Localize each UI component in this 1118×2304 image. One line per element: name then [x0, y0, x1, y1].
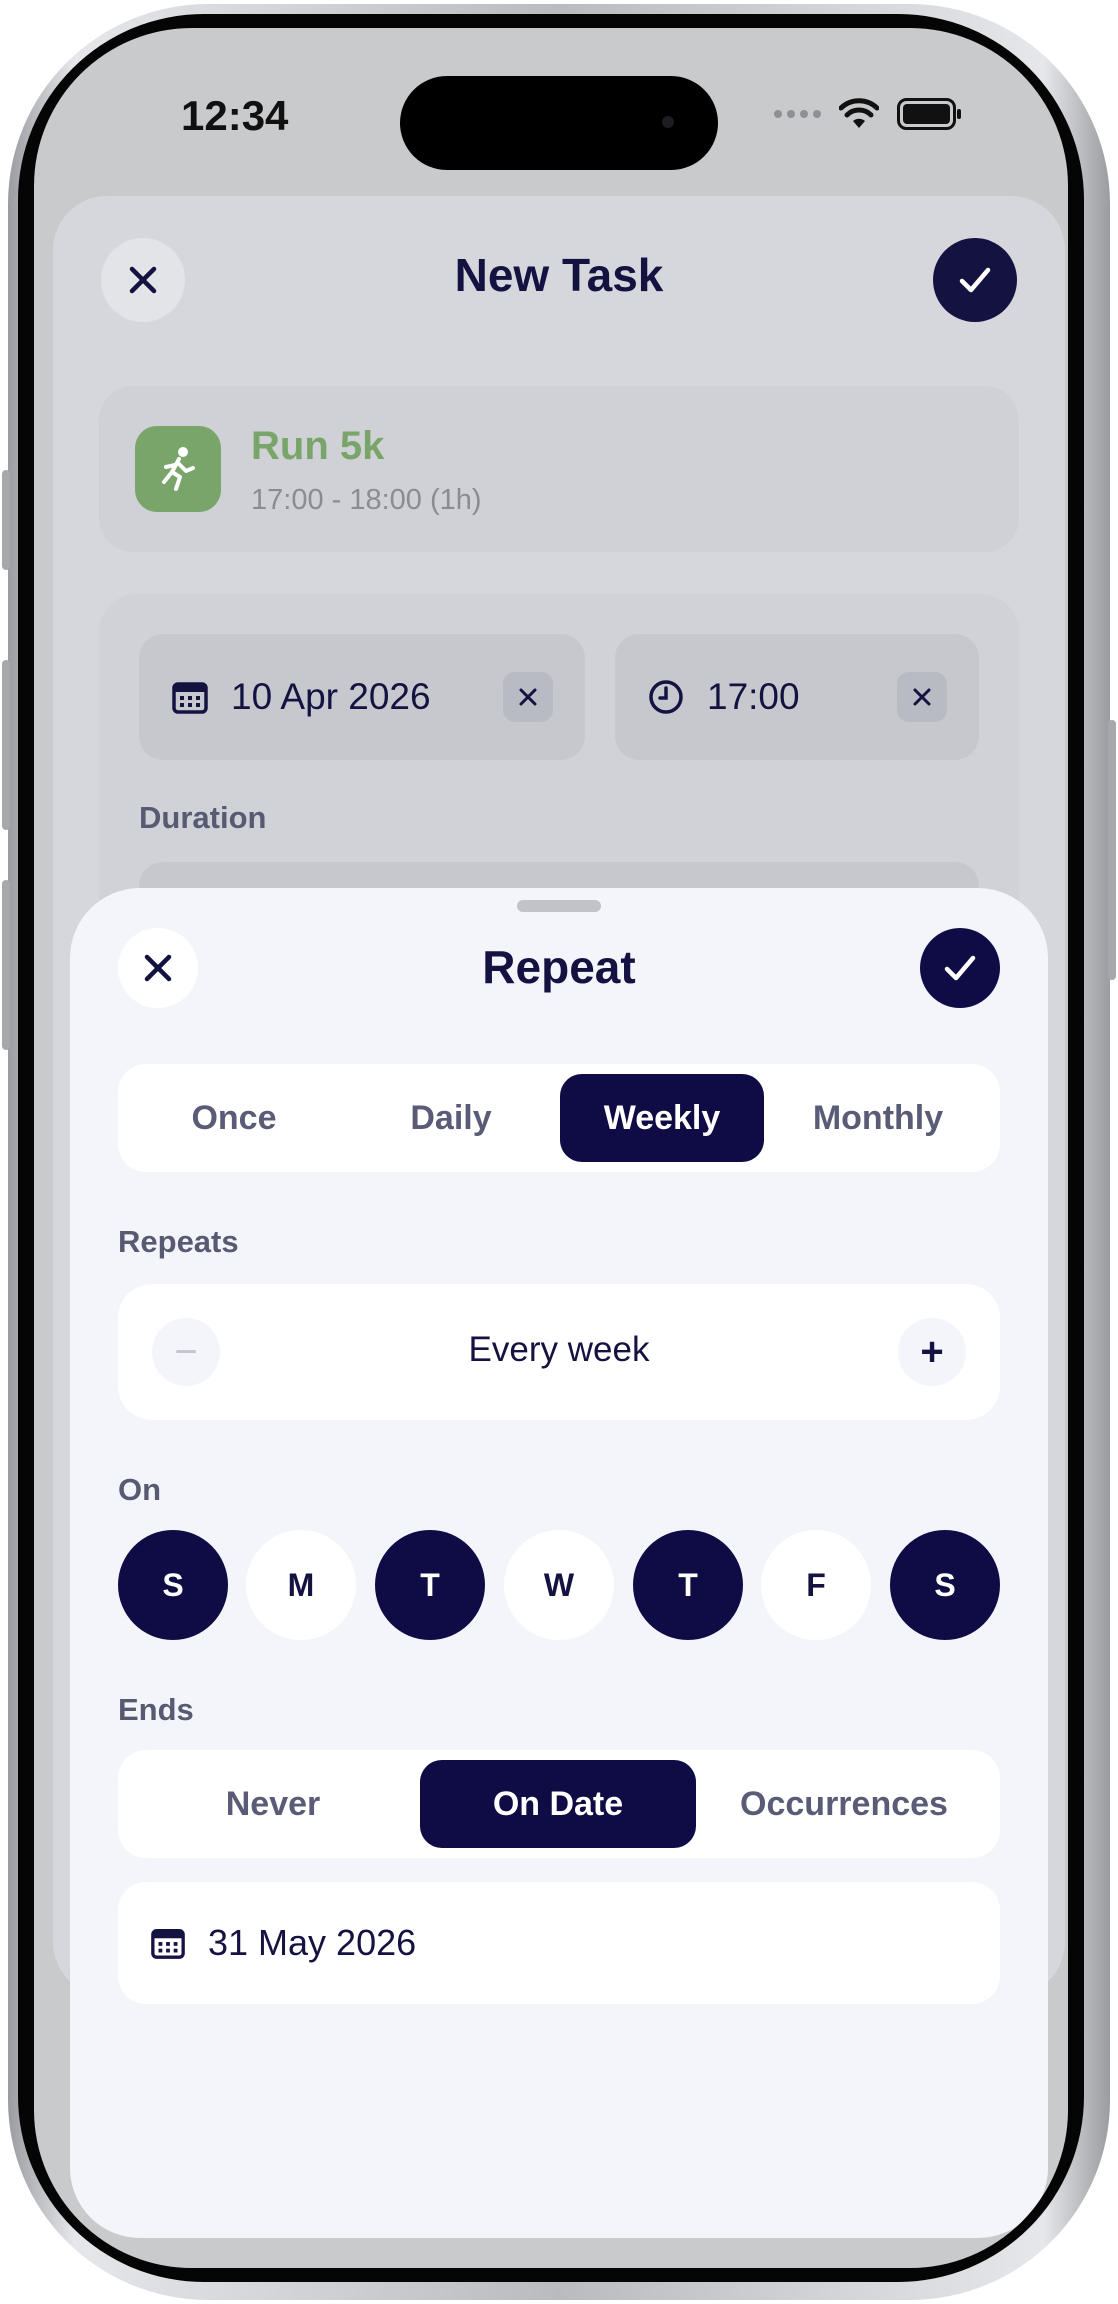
- ends-label: Ends: [118, 1692, 194, 1727]
- weekday-selector: S M T W T F S: [118, 1530, 1000, 1640]
- screen: 12:34 New Task Run 5k 17:00 - 18:00 (1h)…: [34, 28, 1068, 2268]
- calendar-icon: [151, 1929, 185, 1959]
- task-icon: [135, 426, 221, 512]
- wifi-icon: [839, 98, 879, 128]
- clear-time-button[interactable]: [897, 672, 947, 722]
- date-pill[interactable]: 10 Apr 2026: [139, 634, 585, 760]
- new-task-title: New Task: [454, 249, 664, 301]
- ends-option-occurrences[interactable]: Occurrences: [696, 1760, 992, 1848]
- task-summary-card[interactable]: Run 5k 17:00 - 18:00 (1h): [99, 386, 1019, 552]
- status-indicators: [774, 98, 963, 130]
- sheet-grabber[interactable]: [517, 900, 601, 912]
- checkmark-icon: [944, 955, 976, 981]
- time-value: 17:00: [707, 676, 800, 717]
- duration-label: Duration: [139, 800, 267, 835]
- checkmark-icon: [959, 267, 991, 293]
- on-label: On: [118, 1472, 162, 1507]
- frequency-option-daily[interactable]: Daily: [342, 1074, 560, 1162]
- frequency-segmented-control: Once Daily Weekly Monthly: [118, 1064, 1000, 1172]
- ends-option-on-date[interactable]: On Date: [420, 1760, 696, 1848]
- date-value: 10 Apr 2026: [231, 676, 431, 717]
- calendar-icon: [172, 682, 208, 714]
- volume-down-button: [2, 880, 10, 1050]
- close-icon: [519, 688, 537, 706]
- task-name: Run 5k: [251, 424, 385, 468]
- close-icon: [913, 688, 931, 706]
- day-saturday[interactable]: S: [890, 1530, 1000, 1640]
- day-wednesday[interactable]: W: [504, 1530, 614, 1640]
- clock-icon: [649, 680, 683, 714]
- save-task-button[interactable]: [933, 238, 1017, 322]
- task-time-range: 17:00 - 18:00 (1h): [251, 484, 482, 516]
- end-date-value: 31 May 2026: [208, 1922, 417, 1963]
- day-friday[interactable]: F: [761, 1530, 871, 1640]
- volume-up-button: [2, 660, 10, 830]
- clear-date-button[interactable]: [503, 672, 553, 722]
- day-tuesday[interactable]: T: [375, 1530, 485, 1640]
- time-pill[interactable]: 17:00: [615, 634, 979, 760]
- frequency-option-monthly[interactable]: Monthly: [764, 1074, 992, 1162]
- repeat-interval-stepper: − Every week +: [118, 1284, 1000, 1420]
- ends-segmented-control: Never On Date Occurrences: [118, 1750, 1000, 1858]
- cellular-signal-icon: [774, 110, 821, 118]
- repeats-label: Repeats: [118, 1224, 239, 1259]
- ends-option-never[interactable]: Never: [126, 1760, 420, 1848]
- day-monday[interactable]: M: [246, 1530, 356, 1640]
- end-date-field[interactable]: 31 May 2026: [118, 1882, 1000, 2004]
- power-button: [1108, 720, 1116, 980]
- status-time: 12:34: [181, 92, 289, 139]
- dynamic-island: [400, 76, 718, 170]
- confirm-repeat-button[interactable]: [920, 928, 1000, 1008]
- day-sunday[interactable]: S: [118, 1530, 228, 1640]
- battery-icon: [897, 98, 961, 130]
- running-person-icon: [162, 447, 195, 491]
- frequency-option-once[interactable]: Once: [126, 1074, 342, 1162]
- mute-switch: [2, 470, 10, 570]
- day-thursday[interactable]: T: [633, 1530, 743, 1640]
- interval-value: Every week: [468, 1330, 650, 1369]
- camera-dot: [662, 116, 674, 128]
- repeat-title: Repeat: [482, 941, 636, 993]
- repeat-sheet: Repeat Once Daily Weekly Monthly Repeats…: [70, 888, 1048, 2238]
- frequency-option-weekly[interactable]: Weekly: [560, 1074, 764, 1162]
- increment-button[interactable]: +: [898, 1318, 966, 1386]
